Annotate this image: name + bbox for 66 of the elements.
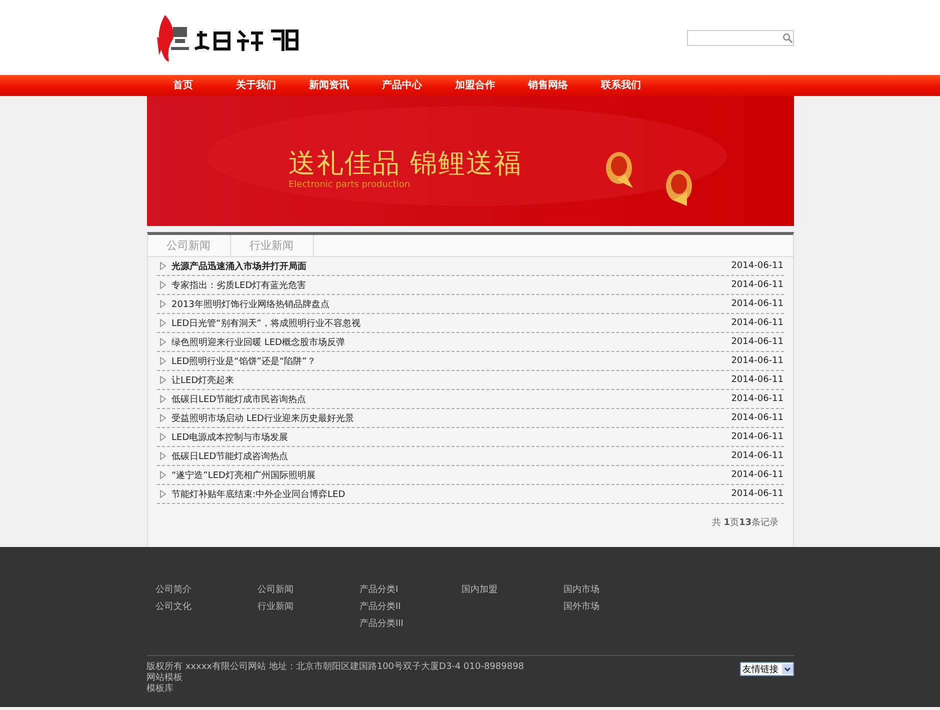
triangle-icon [160, 338, 166, 346]
footer-link[interactable]: 产品分类II [360, 602, 462, 613]
banner-title: 送礼佳品 锦鲤送福 [288, 148, 522, 180]
news-date: 2014-06-11 [731, 413, 784, 423]
footer-link[interactable]: 国内加盟 [462, 585, 564, 596]
triangle-icon [160, 395, 166, 403]
triangle-icon [160, 452, 166, 460]
nav-link[interactable]: 新闻资讯 [292, 75, 366, 96]
nav-link[interactable]: 产品中心 [366, 75, 438, 96]
footer-link[interactable]: 产品分类III [360, 619, 462, 630]
news-link[interactable]: LED日光管“别有洞天”，将成照明行业不容忽视 [172, 316, 732, 330]
news-date: 2014-06-11 [731, 356, 784, 366]
pagination-text: 共 1页13条记录 [712, 518, 778, 528]
news-date: 2014-06-11 [731, 337, 784, 347]
news-link[interactable]: 节能灯补贴年底结束:中外企业同台博弈LED [172, 488, 732, 500]
news-date: 2014-06-11 [731, 489, 784, 499]
triangle-icon [160, 281, 166, 289]
search-icon[interactable] [782, 32, 792, 44]
footer-link[interactable]: 公司新闻 [258, 585, 360, 596]
triangle-icon [160, 471, 166, 479]
news-link[interactable]: 低碳日LED节能灯成咨询热点 [172, 450, 732, 462]
triangle-icon [160, 414, 166, 422]
news-date: 2014-06-11 [731, 299, 784, 309]
news-link[interactable]: LED电源成本控制与市场发展 [172, 430, 732, 444]
news-link[interactable]: 让LED灯亮起来 [172, 374, 732, 386]
footer-link[interactable]: 产品分类I [360, 585, 462, 596]
triangle-icon [160, 300, 166, 308]
news-date: 2014-06-11 [731, 375, 784, 385]
news-date: 2014-06-11 [731, 432, 784, 442]
news-date: 2014-06-11 [731, 261, 784, 271]
footer-link[interactable]: 模板库 [146, 684, 524, 695]
triangle-icon [160, 357, 166, 365]
triangle-icon [160, 376, 166, 384]
banner-subtitle: Electronic parts production [288, 180, 412, 190]
news-link[interactable]: 2013年照明灯饰行业网络热销品牌盘点 [172, 298, 732, 310]
nav-link[interactable]: 销售网络 [512, 75, 584, 96]
friend-links-dropdown[interactable]: 友情链接 [740, 662, 794, 676]
footer-link[interactable]: 公司文化 [156, 602, 258, 613]
triangle-icon [160, 490, 166, 498]
search-field[interactable] [686, 30, 794, 46]
news-link[interactable]: LED照明行业是“馅饼”还是“陷阱”？ [172, 354, 732, 368]
footer-link[interactable]: 公司简介 [156, 585, 258, 596]
caret-icon [782, 664, 792, 674]
nav-link[interactable]: 联系我们 [584, 75, 658, 96]
footer-link[interactable]: 国内市场 [564, 585, 666, 596]
triangle-icon [160, 262, 166, 270]
news-link[interactable]: 受益照明市场启动 LED行业迎来历史最好光景 [172, 412, 732, 424]
nav-link[interactable]: 首页 [146, 75, 220, 96]
news-date: 2014-06-11 [731, 318, 784, 328]
news-link[interactable]: 绿色照明迎来行业回暖 LED概念股市场反弹 [172, 336, 732, 348]
copyright-text: 版权所有 xxxxx有限公司网站 地址：北京市朝阳区建国路100号双子大厦D3-4 010-8989898 [146, 662, 524, 672]
triangle-icon [160, 433, 166, 441]
news-link[interactable]: “遂宁造”LED灯亮相广州国际照明展 [172, 468, 732, 482]
footer-link[interactable]: 行业新闻 [258, 602, 360, 613]
news-link[interactable]: 光源产品迅速涌入市场并打开局面 [172, 260, 732, 272]
triangle-icon [160, 319, 166, 327]
footer-link[interactable]: 国外市场 [564, 602, 666, 613]
news-link[interactable]: 专家指出：劣质LED灯有蓝光危害 [172, 278, 732, 292]
nav-link[interactable]: 加盟合作 [438, 75, 512, 96]
news-link[interactable]: 低碳日LED节能灯成市民咨询热点 [172, 392, 732, 406]
news-date: 2014-06-11 [731, 451, 784, 461]
nav-link[interactable]: 关于我们 [220, 75, 292, 96]
footer-link[interactable]: 网站模板 [146, 673, 524, 684]
news-date: 2014-06-11 [731, 280, 784, 290]
news-date: 2014-06-11 [731, 470, 784, 480]
news-date: 2014-06-11 [731, 394, 784, 404]
